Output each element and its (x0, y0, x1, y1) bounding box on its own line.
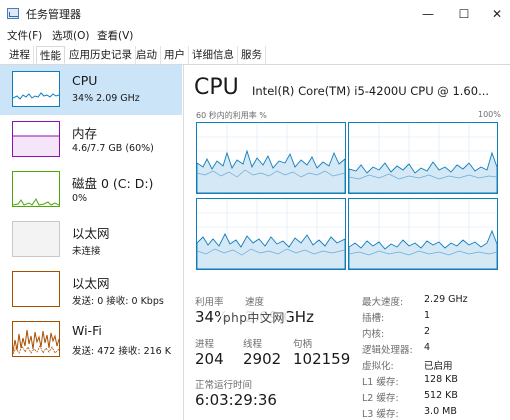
handles-label: 句柄 (293, 339, 313, 350)
ethernet-thumbnail-graph (12, 271, 60, 307)
spec-label: 内核: (362, 329, 385, 340)
sidebar-item-title: 以太网 (72, 276, 110, 291)
spec-label: L1 缓存: (362, 377, 399, 388)
tab-processes[interactable]: 进程 (6, 46, 34, 64)
resource-sidebar: CPU 34% 2.09 GHz 内存 4.6/7.7 GB (60%) 磁盘 … (0, 65, 184, 420)
spec-value: 3.0 MB (424, 406, 457, 417)
threads-label: 线程 (243, 339, 263, 350)
sidebar-item-ethernet-2[interactable]: 以太网 发送: 0 接收: 0 Kbps (0, 265, 182, 315)
processes-value: 204 (195, 350, 224, 368)
cpu-core-graph (196, 198, 346, 270)
spec-value: 已启用 (424, 361, 453, 372)
tab-startup[interactable]: 启动 (133, 46, 161, 64)
sidebar-item-memory[interactable]: 内存 4.6/7.7 GB (60%) (0, 115, 182, 165)
sidebar-item-wifi[interactable]: Wi-Fi 发送: 472 接收: 216 K (0, 315, 182, 365)
tab-bar: 进程 性能 应用历史记录 启动 用户 详细信息 服务 (0, 44, 510, 65)
speed-label: 速度 (245, 297, 265, 308)
sidebar-item-subtitle: 0% (72, 193, 88, 204)
watermark: php中文网 (221, 309, 287, 326)
sidebar-item-ethernet-1[interactable]: 以太网 未连接 (0, 215, 182, 265)
spec-label: 虚拟化: (362, 361, 394, 372)
minimize-button[interactable]: — (413, 3, 443, 25)
menu-options[interactable]: 选项(O) (52, 28, 89, 43)
spec-value: 1 (424, 310, 431, 321)
graph-max-label: 100% (478, 110, 501, 119)
ethernet-thumbnail-graph (12, 221, 60, 257)
cpu-core-graph (196, 122, 346, 194)
sidebar-item-subtitle: 4.6/7.7 GB (60%) (72, 143, 154, 154)
title-bar: 任务管理器 — ☐ ✕ (0, 0, 510, 28)
graph-caption: 60 秒内的利用率 % (196, 111, 267, 120)
sidebar-item-title: Wi-Fi (72, 323, 102, 338)
disk-thumbnail-graph (12, 171, 60, 207)
spec-value: 4 (424, 342, 431, 353)
spec-value: 2 (424, 326, 431, 337)
spec-value: 512 KB (424, 390, 458, 401)
tab-services[interactable]: 服务 (238, 46, 266, 64)
spec-label: 最大速度: (362, 297, 404, 308)
cpu-detail-panel: CPU Intel(R) Core(TM) i5-4200U CPU @ 1.6… (185, 65, 510, 420)
processes-label: 进程 (195, 339, 215, 350)
cpu-core-graph (348, 198, 498, 270)
menu-view[interactable]: 查看(V) (97, 28, 133, 43)
cpu-model-name: Intel(R) Core(TM) i5-4200U CPU @ 1.60... (252, 84, 490, 98)
sidebar-item-subtitle: 发送: 472 接收: 216 K (72, 346, 171, 357)
sidebar-item-subtitle: 34% 2.09 GHz (72, 93, 140, 104)
page-title: CPU (194, 75, 239, 100)
sidebar-item-cpu[interactable]: CPU 34% 2.09 GHz (0, 65, 182, 115)
window-title: 任务管理器 (26, 8, 81, 21)
spec-value: 2.29 GHz (424, 294, 468, 305)
handles-value: 102159 (293, 350, 351, 368)
sidebar-item-title: 内存 (72, 126, 98, 141)
sidebar-item-subtitle: 未连接 (72, 246, 101, 257)
tab-app-history[interactable]: 应用历史记录 (66, 46, 136, 64)
tab-details[interactable]: 详细信息 (189, 46, 238, 64)
uptime-value: 6:03:29:36 (195, 391, 277, 409)
task-manager-icon (7, 8, 19, 19)
memory-thumbnail-graph (12, 121, 60, 157)
spec-label: L2 缓存: (362, 393, 399, 404)
menu-bar: 文件(F) 选项(O) 查看(V) (0, 26, 510, 44)
sidebar-item-title: 磁盘 0 (C: D:) (72, 176, 154, 191)
threads-value: 2902 (243, 350, 282, 368)
close-button[interactable]: ✕ (482, 3, 510, 25)
spec-label: 逻辑处理器: (362, 345, 413, 356)
menu-file[interactable]: 文件(F) (7, 28, 42, 43)
cpu-core-graph (348, 122, 498, 194)
spec-label: L3 缓存: (362, 409, 399, 420)
utilization-label: 利用率 (195, 297, 224, 308)
tab-users[interactable]: 用户 (161, 46, 189, 64)
maximize-button[interactable]: ☐ (449, 3, 479, 25)
wifi-thumbnail-graph (12, 321, 60, 357)
cpu-thumbnail-graph (12, 71, 60, 107)
sidebar-item-disk[interactable]: 磁盘 0 (C: D:) 0% (0, 165, 182, 215)
uptime-label: 正常运行时间 (195, 380, 253, 391)
tab-performance[interactable]: 性能 (36, 46, 65, 64)
sidebar-item-subtitle: 发送: 0 接收: 0 Kbps (72, 296, 164, 307)
sidebar-item-title: 以太网 (72, 226, 110, 241)
spec-value: 128 KB (424, 374, 458, 385)
spec-label: 插槽: (362, 313, 385, 324)
sidebar-item-title: CPU (72, 73, 98, 88)
